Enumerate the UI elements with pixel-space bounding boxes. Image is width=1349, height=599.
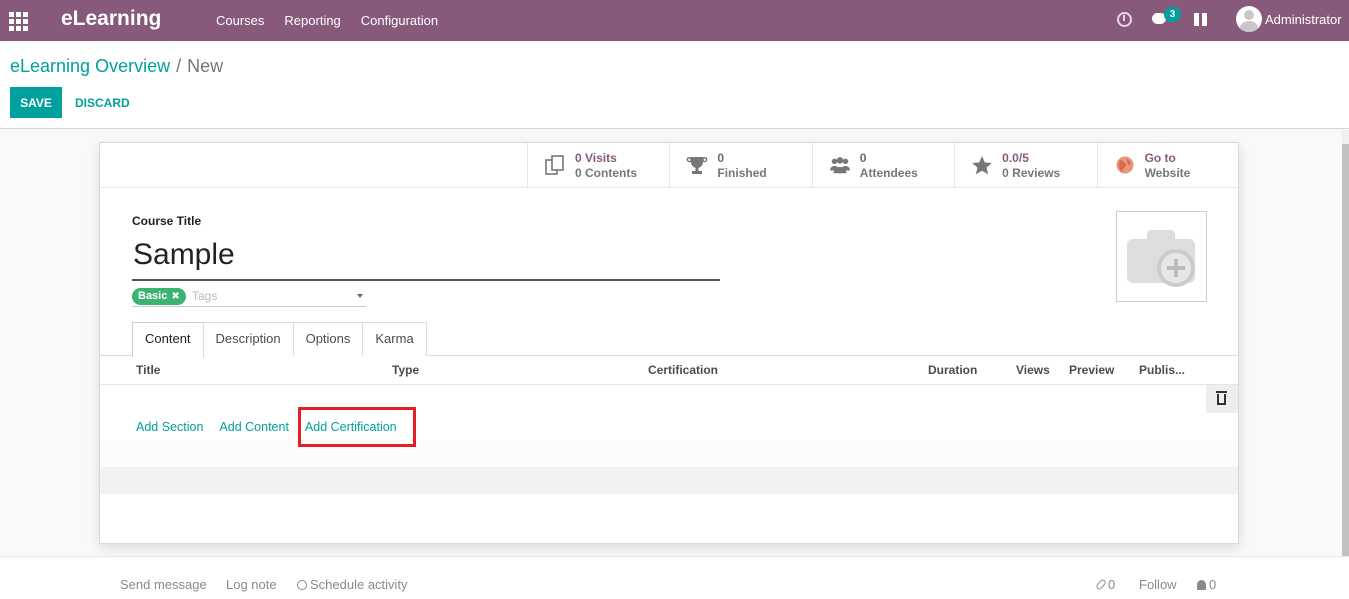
send-message-button[interactable]: Send message <box>120 577 207 592</box>
column-title[interactable]: Title <box>136 363 160 377</box>
chat-count-badge: 3 <box>1164 7 1181 22</box>
delete-cell[interactable] <box>1206 385 1238 413</box>
stat-button-rating[interactable]: 0.0/5 0 Reviews <box>954 143 1096 187</box>
breadcrumb-current: New <box>187 56 224 76</box>
tags-field[interactable]: Basic ✖ Tags <box>132 287 366 307</box>
add-section-link[interactable]: Add Section <box>136 420 203 434</box>
column-published[interactable]: Publis... <box>1139 363 1185 377</box>
activity-clock-icon[interactable] <box>1117 12 1132 27</box>
discard-button[interactable]: DISCARD <box>66 87 139 118</box>
schedule-activity-button[interactable]: Schedule activity <box>297 577 408 592</box>
clock-icon <box>297 580 307 590</box>
stat-button-finished[interactable]: 0 Finished <box>669 143 811 187</box>
stat-attendees-value: 0 <box>859 151 867 165</box>
breadcrumb-separator: / <box>176 56 182 76</box>
log-note-button[interactable]: Log note <box>226 577 277 592</box>
stat-rating-value: 0.0/5 <box>1002 151 1029 165</box>
tab-karma[interactable]: Karma <box>362 322 427 356</box>
trophy-icon <box>687 157 708 174</box>
top-navbar: eLearning Courses Reporting Configuratio… <box>0 0 1349 41</box>
stat-goto-value: Go to <box>1144 151 1176 165</box>
main-menu: Courses Reporting Configuration <box>206 0 448 41</box>
menu-configuration[interactable]: Configuration <box>351 0 448 41</box>
user-icon <box>1197 580 1206 590</box>
stat-reviews-label: 0 Reviews <box>1002 166 1061 180</box>
tab-description[interactable]: Description <box>202 322 294 356</box>
user-name[interactable]: Administrator <box>1265 12 1342 27</box>
tab-content[interactable]: Content <box>132 322 204 357</box>
stat-attendees-label: Attendees <box>859 166 918 180</box>
column-preview[interactable]: Preview <box>1069 363 1114 377</box>
stat-finished-value: 0 <box>717 151 725 165</box>
save-button[interactable]: SAVE <box>10 87 62 118</box>
column-duration[interactable]: Duration <box>928 363 977 377</box>
course-image-upload[interactable] <box>1116 211 1207 302</box>
course-title-label: Course Title <box>132 214 202 228</box>
globe-icon <box>1116 156 1134 174</box>
breadcrumb-parent[interactable]: eLearning Overview <box>10 56 170 76</box>
stat-button-attendees[interactable]: 0 Attendees <box>811 143 954 187</box>
tags-dropdown-caret-icon[interactable] <box>357 294 363 298</box>
attachments-button[interactable]: 0 <box>1095 577 1116 592</box>
tags-placeholder: Tags <box>192 289 218 303</box>
apps-menu-icon[interactable] <box>9 10 29 31</box>
followers-count: 0 <box>1209 577 1217 592</box>
add-content-link[interactable]: Add Content <box>219 420 289 434</box>
gift-icon[interactable] <box>1194 13 1207 26</box>
add-image-plus-icon <box>1157 249 1195 287</box>
stat-contents-label: 0 Contents <box>575 166 638 180</box>
user-avatar[interactable] <box>1236 6 1262 32</box>
table-row <box>100 440 1238 467</box>
followers-button[interactable]: 0 <box>1197 577 1216 592</box>
attachments-count: 0 <box>1108 577 1116 592</box>
control-panel: eLearning Overview / New SAVE DISCARD <box>0 41 1349 129</box>
scrollbar-thumb[interactable] <box>1342 144 1349 556</box>
course-title-input[interactable]: Sample <box>132 233 720 281</box>
tag-badge: Basic ✖ <box>132 288 186 305</box>
sheet-divider <box>100 187 1238 188</box>
table-row <box>100 467 1238 494</box>
content-table-header: Title Type Certification Duration Views … <box>100 356 1238 385</box>
column-views[interactable]: Views <box>1016 363 1050 377</box>
column-certification[interactable]: Certification <box>648 363 718 377</box>
follow-button[interactable]: Follow <box>1139 577 1177 592</box>
users-icon <box>829 157 850 174</box>
stat-button-website[interactable]: Go to Website <box>1096 143 1239 187</box>
stat-finished-label: Finished <box>717 166 767 180</box>
stat-website-label: Website <box>1144 166 1191 180</box>
form-tabs: Content Description Options Karma <box>132 322 427 357</box>
stat-visits-value: 0 Visits <box>575 151 617 165</box>
schedule-activity-label: Schedule activity <box>310 577 408 592</box>
menu-reporting[interactable]: Reporting <box>274 0 350 41</box>
stat-button-box: 0 Visits 0 Contents 0 Finished 0 Attendees … <box>527 143 1239 187</box>
tag-label: Basic <box>138 290 168 302</box>
paperclip-icon <box>1095 578 1107 591</box>
documents-icon <box>545 155 564 175</box>
trash-icon[interactable] <box>1216 391 1227 405</box>
stat-button-visits[interactable]: 0 Visits 0 Contents <box>527 143 669 187</box>
star-icon <box>972 156 992 175</box>
breadcrumb: eLearning Overview / New <box>10 56 223 77</box>
column-type[interactable]: Type <box>392 363 419 377</box>
app-brand[interactable]: eLearning <box>61 7 161 31</box>
tag-remove-icon[interactable]: ✖ <box>171 291 179 302</box>
form-sheet: 0 Visits 0 Contents 0 Finished 0 Attendees … <box>99 142 1239 544</box>
menu-courses[interactable]: Courses <box>206 0 274 41</box>
tab-options[interactable]: Options <box>292 322 364 356</box>
chatter-bar: Send message Log note Schedule activity … <box>0 557 1349 599</box>
highlight-box <box>298 407 416 447</box>
